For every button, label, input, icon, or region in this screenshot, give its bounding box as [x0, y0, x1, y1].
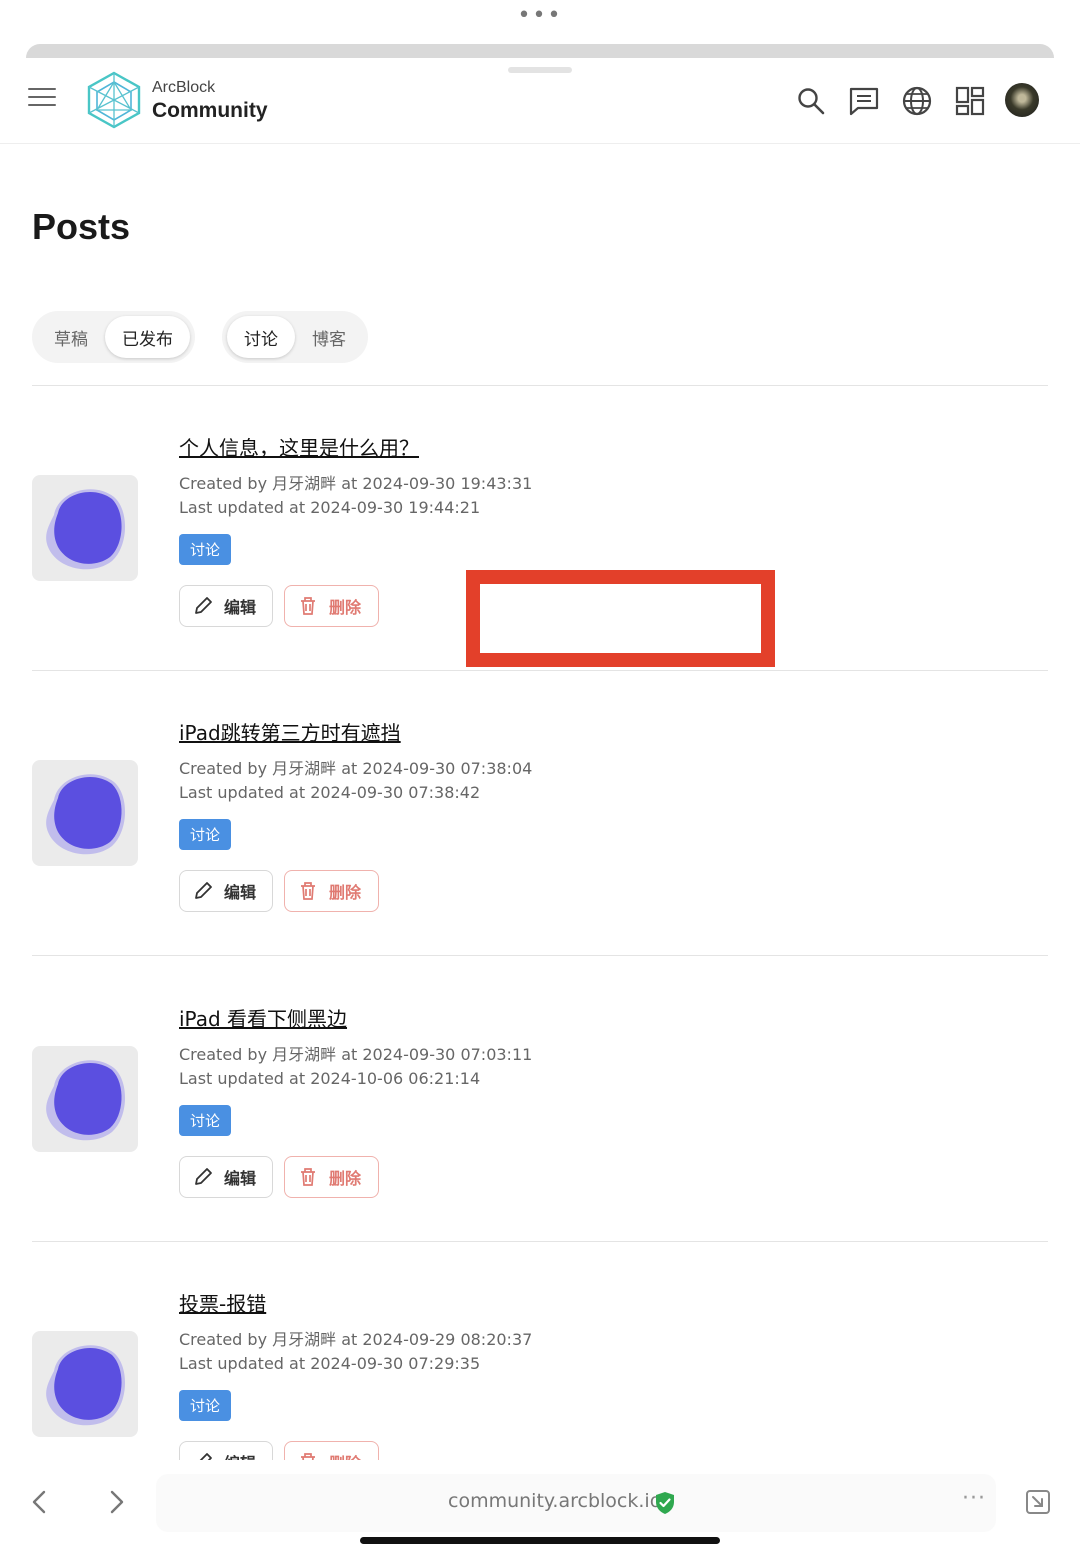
post-thumbnail	[32, 1331, 138, 1437]
pencil-icon	[195, 597, 212, 614]
post-item: iPad跳转第三方时有遮挡 Created by 月牙湖畔 at 2024-09…	[0, 670, 1080, 955]
shield-check-icon	[656, 1492, 674, 1514]
post-tag[interactable]: 讨论	[179, 1105, 232, 1136]
delete-button[interactable]: 删除	[284, 585, 379, 627]
kind-filter: 讨论 博客	[222, 311, 368, 363]
forward-arrow-icon[interactable]	[104, 1488, 128, 1516]
post-tag[interactable]: 讨论	[179, 819, 232, 850]
post-title[interactable]: iPad 看看下侧黑边	[179, 1003, 347, 1032]
more-options-icon[interactable]: ···	[962, 1486, 986, 1511]
post-created: Created by 月牙湖畔 at 2024-09-30 19:43:31	[179, 474, 533, 493]
back-arrow-icon[interactable]	[28, 1488, 52, 1516]
pencil-icon	[195, 1168, 212, 1185]
status-filter: 草稿 已发布	[32, 311, 195, 363]
brand-top: ArcBlock	[152, 79, 216, 96]
post-title[interactable]: iPad跳转第三方时有遮挡	[179, 717, 401, 746]
post-thumbnail	[32, 1046, 138, 1152]
post-item: iPad 看看下侧黑边 Created by 月牙湖畔 at 2024-09-3…	[0, 956, 1080, 1241]
post-thumbnail	[32, 760, 138, 866]
user-avatar[interactable]	[1005, 83, 1039, 117]
search-icon[interactable]	[794, 84, 828, 118]
post-updated: Last updated at 2024-09-30 19:44:21	[179, 498, 481, 517]
delete-label: 删除	[329, 883, 362, 902]
edit-label: 编辑	[224, 598, 257, 617]
page-title: Posts	[32, 206, 131, 247]
post-thumbnail	[32, 475, 138, 581]
post-created: Created by 月牙湖畔 at 2024-09-30 07:38:04	[179, 759, 533, 778]
post-updated: Last updated at 2024-10-06 06:21:14	[179, 1069, 481, 1088]
trash-icon	[301, 1168, 315, 1186]
post-created: Created by 月牙湖畔 at 2024-09-29 08:20:37	[179, 1330, 533, 1349]
apps-grid-icon[interactable]	[953, 84, 987, 118]
url-text[interactable]: community.arcblock.io	[448, 1490, 661, 1512]
delete-label: 删除	[329, 1169, 362, 1188]
filter-draft[interactable]: 草稿	[37, 316, 105, 358]
menu-icon[interactable]	[28, 88, 56, 112]
pencil-icon	[195, 882, 212, 899]
arcblock-logo[interactable]	[86, 70, 142, 130]
edit-button[interactable]: 编辑	[179, 870, 273, 912]
post-title[interactable]: 投票-报错	[179, 1288, 266, 1317]
sheet-dots-icon[interactable]: •••	[0, 5, 1080, 27]
brand-main: Community	[152, 99, 268, 122]
delete-button[interactable]: 删除	[284, 870, 379, 912]
trash-icon	[301, 597, 315, 615]
home-indicator	[360, 1537, 720, 1544]
trash-icon	[301, 882, 315, 900]
post-title[interactable]: 个人信息，这里是什么用？	[179, 432, 419, 461]
post-tag[interactable]: 讨论	[179, 1390, 232, 1421]
edit-button[interactable]: 编辑	[179, 1156, 273, 1198]
edit-button[interactable]: 编辑	[179, 585, 273, 627]
chat-icon[interactable]	[847, 84, 881, 118]
delete-label: 删除	[329, 598, 362, 617]
edit-label: 编辑	[224, 883, 257, 902]
filter-discussion[interactable]: 讨论	[227, 316, 295, 358]
filter-blog[interactable]: 博客	[295, 316, 363, 358]
sheet-grabber[interactable]	[508, 67, 572, 73]
globe-icon[interactable]	[900, 84, 934, 118]
resize-icon[interactable]	[1024, 1488, 1052, 1516]
filter-published[interactable]: 已发布	[105, 316, 190, 358]
post-updated: Last updated at 2024-09-30 07:29:35	[179, 1354, 481, 1373]
post-tag[interactable]: 讨论	[179, 534, 232, 565]
brand[interactable]: ArcBlock Community	[152, 78, 268, 124]
post-created: Created by 月牙湖畔 at 2024-09-30 07:03:11	[179, 1045, 533, 1064]
post-updated: Last updated at 2024-09-30 07:38:42	[179, 783, 481, 802]
delete-button[interactable]: 删除	[284, 1156, 379, 1198]
annotation-highlight-box	[466, 570, 775, 667]
edit-label: 编辑	[224, 1169, 257, 1188]
